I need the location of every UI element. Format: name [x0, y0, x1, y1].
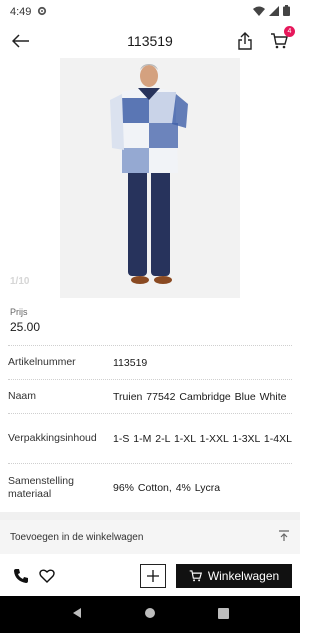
bottom-action-bar: Winkelwagen [0, 556, 300, 596]
spec-label: Verpakkingsinhoud [8, 432, 97, 444]
triangle-back-icon [72, 607, 81, 618]
add-quantity-button[interactable] [140, 564, 166, 588]
spec-value: 113519 [113, 356, 148, 369]
share-button[interactable] [232, 28, 258, 54]
spec-value: 96% Cotton, 4% Lycra [113, 481, 221, 494]
image-counter: 1/10 [10, 276, 30, 287]
spec-row-article-number: Artikelnummer 113519 [8, 345, 292, 379]
price-value: 25.00 [10, 320, 41, 334]
spec-value: Truien 77542 Cambridge Blue White [113, 390, 287, 403]
add-to-cart-label: Toevoegen in de winkelwagen [10, 531, 144, 543]
share-icon [238, 32, 252, 50]
spec-value: 1-S 1-M 2-L 1-XL 1-XXL 1-3XL 1-4XL [113, 432, 292, 445]
battery-icon [283, 5, 290, 19]
signal-icon [269, 5, 279, 19]
spec-label: Artikelnummer [8, 356, 76, 368]
cart-button-label: Winkelwagen [207, 569, 280, 583]
add-to-cart-section[interactable]: Toevoegen in de winkelwagen [0, 520, 300, 554]
arrow-left-icon [12, 34, 29, 48]
favorite-button[interactable] [34, 563, 60, 589]
cart-count-badge: 4 [284, 26, 295, 37]
nav-home-button[interactable] [144, 606, 156, 624]
cart-icon [189, 570, 202, 582]
call-button[interactable] [8, 563, 34, 589]
scroll-to-top-button[interactable] [278, 529, 290, 545]
price-label: Prijs [10, 307, 28, 317]
heart-icon [39, 569, 55, 583]
product-image[interactable] [60, 58, 240, 298]
square-recents-icon [218, 607, 230, 619]
nav-back-button[interactable] [71, 606, 83, 624]
spec-row-material: Samenstelling materiaal 96% Cotton, 4% L… [8, 463, 292, 511]
model-photo [110, 64, 188, 284]
phone-icon [14, 569, 28, 583]
system-navigation-bar [0, 596, 300, 633]
spec-label: Samenstelling materiaal [8, 474, 74, 500]
status-bar: 4:49 [0, 0, 300, 24]
cart-button[interactable]: 4 [266, 26, 295, 54]
status-time: 4:49 [10, 6, 32, 18]
spec-row-name: Naam Truien 77542 Cambridge Blue White [8, 379, 292, 413]
app-bar: 113519 4 [0, 24, 300, 58]
section-divider [0, 512, 300, 520]
plus-icon [147, 570, 159, 582]
product-gallery[interactable]: 1/10 [0, 58, 300, 298]
spec-label: Naam [8, 390, 37, 402]
settings-icon [37, 6, 47, 19]
nav-recents-button[interactable] [218, 606, 230, 624]
wifi-icon [253, 6, 265, 19]
back-button[interactable] [8, 28, 34, 54]
price-block: Prijs 25.00 [10, 307, 40, 334]
circle-home-icon [145, 607, 156, 618]
add-to-cart-button[interactable]: Winkelwagen [176, 564, 292, 588]
spec-row-package-content: Verpakkingsinhoud 1-S 1-M 2-L 1-XL 1-XXL… [8, 413, 292, 463]
arrow-up-to-top-icon [279, 529, 289, 541]
